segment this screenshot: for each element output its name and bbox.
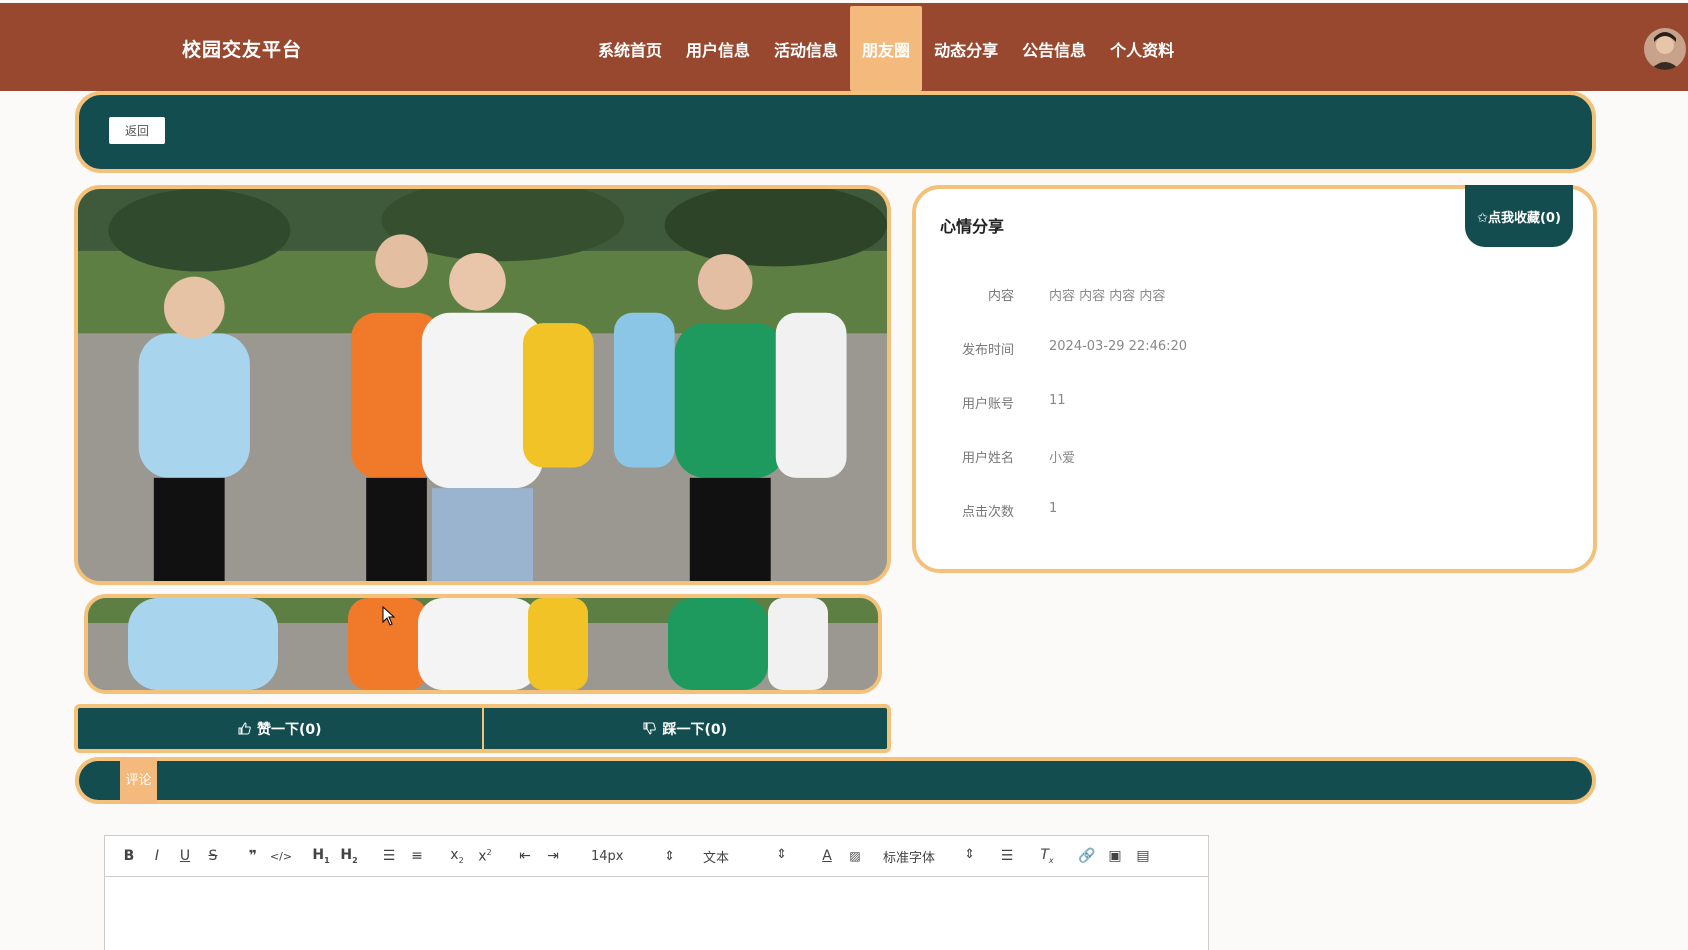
select-arrows-icon: ⇕: [776, 846, 787, 862]
back-bar: [75, 91, 1596, 173]
field-user-account: 用户账号 11: [916, 393, 1576, 413]
field-value: 小爱: [1049, 451, 1076, 466]
nav-item-moments[interactable]: 朋友圈: [850, 6, 923, 91]
select-arrows-icon: ⇕: [964, 846, 975, 862]
field-value: 2024-03-29 22:46:20: [1049, 339, 1188, 354]
italic-icon[interactable]: I: [143, 848, 171, 864]
thumbs-down-icon: [643, 722, 657, 735]
font-family-select[interactable]: 标准字体 ⇕: [883, 847, 975, 866]
bold-icon[interactable]: B: [115, 848, 143, 864]
like-button[interactable]: 赞一下(0): [78, 708, 482, 749]
field-publish-time: 发布时间 2024-03-29 22:46:20: [916, 339, 1576, 359]
comment-editor: B I U S ❞ </> H1 H2 ☰ ≡ x2 x2 ⇤ ⇥ 14px ⇕…: [104, 835, 1209, 950]
favorite-button[interactable]: ✩点我收藏(0): [1465, 185, 1573, 247]
font-size-value: 14px: [591, 848, 624, 864]
field-label: 用户账号: [961, 397, 1014, 412]
dislike-button[interactable]: 踩一下(0): [481, 708, 888, 749]
clear-format-icon[interactable]: Tx: [1033, 847, 1061, 865]
background-color-icon[interactable]: ▨: [841, 849, 869, 863]
field-label: 内容: [987, 289, 1014, 304]
editor-content-area[interactable]: [105, 877, 1208, 949]
field-label: 发布时间: [961, 343, 1014, 358]
user-avatar[interactable]: [1644, 28, 1686, 70]
code-block-icon[interactable]: </>: [267, 850, 295, 863]
editor-toolbar: B I U S ❞ </> H1 H2 ☰ ≡ x2 x2 ⇤ ⇥ 14px ⇕…: [105, 836, 1208, 877]
block-type-select[interactable]: 文本 ⇕: [703, 847, 787, 866]
heading1-icon[interactable]: H1: [307, 847, 335, 865]
outdent-icon[interactable]: ⇤: [511, 848, 539, 864]
bullet-list-icon[interactable]: ≡: [403, 848, 431, 864]
link-icon[interactable]: 🔗: [1073, 848, 1101, 864]
font-family-value: 标准字体: [883, 850, 936, 866]
like-label: 赞一下(0): [256, 721, 322, 738]
select-arrows-icon: ⇕: [664, 848, 675, 864]
comment-bar: [75, 757, 1596, 804]
field-click-count: 点击次数 1: [916, 501, 1576, 521]
image-icon[interactable]: ▣: [1101, 848, 1129, 864]
comment-tab[interactable]: 评论: [120, 757, 157, 804]
field-user-name: 用户姓名 小爱: [916, 447, 1576, 467]
field-value: 内容 内容 内容 内容: [1049, 289, 1166, 304]
ordered-list-icon[interactable]: ☰: [375, 848, 403, 864]
mouse-cursor-icon: [382, 606, 396, 626]
top-navigation-bar: 校园交友平台 系统首页 用户信息 活动信息 朋友圈 动态分享 公告信息 个人资料: [0, 3, 1688, 91]
post-main-image: [74, 185, 891, 585]
post-title: 心情分享: [940, 217, 1005, 236]
field-label: 用户姓名: [961, 451, 1014, 466]
superscript-icon[interactable]: x2: [471, 848, 499, 865]
strikethrough-icon[interactable]: S: [199, 848, 227, 864]
text-color-icon[interactable]: A: [813, 848, 841, 864]
blockquote-icon[interactable]: ❞: [239, 848, 267, 864]
subscript-icon[interactable]: x2: [443, 847, 471, 865]
nav-item-notices[interactable]: 公告信息: [1010, 6, 1098, 91]
main-nav: 系统首页 用户信息 活动信息 朋友圈 动态分享 公告信息 个人资料: [586, 6, 1186, 91]
nav-item-activities[interactable]: 活动信息: [762, 6, 850, 91]
image-thumbnail-strip[interactable]: [84, 594, 882, 694]
back-button[interactable]: 返回: [109, 117, 165, 144]
nav-item-home[interactable]: 系统首页: [586, 6, 674, 91]
block-type-value: 文本: [703, 850, 730, 866]
site-brand[interactable]: 校园交友平台: [182, 35, 302, 62]
nav-item-share[interactable]: 动态分享: [922, 6, 1010, 91]
video-icon[interactable]: ▤: [1129, 848, 1157, 864]
nav-item-users[interactable]: 用户信息: [674, 6, 762, 91]
field-content: 内容 内容 内容 内容 内容: [916, 285, 1576, 305]
field-label: 点击次数: [961, 505, 1014, 520]
heading2-icon[interactable]: H2: [335, 847, 363, 865]
dislike-label: 踩一下(0): [662, 721, 728, 738]
indent-icon[interactable]: ⇥: [539, 848, 567, 864]
vote-bar: 赞一下(0) 踩一下(0): [74, 704, 891, 753]
font-size-select[interactable]: 14px ⇕: [591, 849, 675, 864]
underline-icon[interactable]: U: [171, 848, 199, 864]
field-value: 11: [1049, 393, 1066, 408]
align-icon[interactable]: ☰: [993, 848, 1021, 864]
nav-item-profile[interactable]: 个人资料: [1098, 6, 1186, 91]
field-value: 1: [1049, 501, 1058, 516]
thumbs-up-icon: [238, 722, 251, 735]
post-info-card: 心情分享 ✩点我收藏(0) 内容 内容 内容 内容 内容 发布时间 2024-0…: [912, 185, 1597, 573]
